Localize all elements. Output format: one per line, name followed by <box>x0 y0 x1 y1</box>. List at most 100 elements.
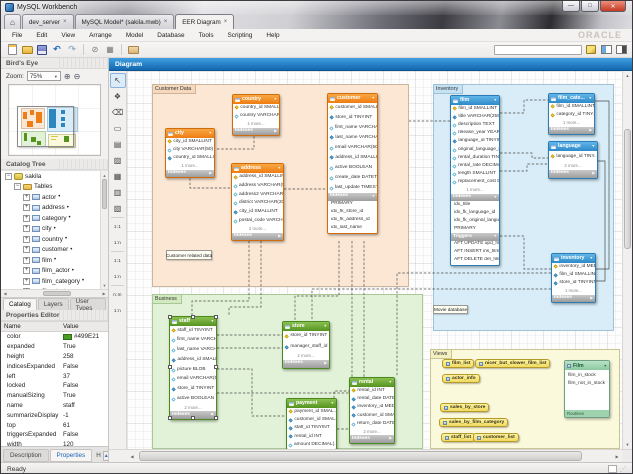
footer-indexes[interactable]: Indexes▶ <box>233 128 279 136</box>
property-value[interactable]: 258 <box>63 353 108 360</box>
column-row[interactable]: city_id SMALLINT <box>166 138 214 146</box>
collapse-icon[interactable]: ▼ <box>388 381 392 385</box>
column-row[interactable]: address_id SMALL... <box>170 355 216 365</box>
column-row[interactable]: title VARCHAR(255) <box>451 113 499 121</box>
view-sales_by_store[interactable]: sales_by_store <box>440 403 489 412</box>
menu-tools[interactable]: Tools <box>192 32 221 39</box>
table-film_cate[interactable]: film_cate...▼film_id SMALLINTcategory_id… <box>548 93 595 135</box>
diagram-canvas[interactable]: Customer DataInventoryBusinessViewsCusto… <box>127 71 622 449</box>
tree-item-customer[interactable]: +customer• <box>1 245 108 256</box>
birds-eye-minimap[interactable] <box>8 84 101 156</box>
column-row[interactable]: staff_id TINYINT <box>170 326 216 336</box>
tree-item-film_category[interactable]: +film_category• <box>1 276 108 287</box>
tab-dev-server[interactable]: dev_server× <box>22 14 74 29</box>
toggle-left-panel-icon[interactable] <box>600 44 612 56</box>
property-row-expanded[interactable]: expandedTrue <box>1 342 108 352</box>
close-icon[interactable]: × <box>224 19 228 25</box>
column-row[interactable]: email VARCHAR(50) <box>170 375 216 385</box>
collapse-icon[interactable]: ▼ <box>330 402 334 406</box>
pointer-tool-icon[interactable]: ↖ <box>110 73 126 88</box>
scroll-down-icon[interactable]: ▼ <box>623 440 632 449</box>
routine-group-header[interactable]: Film▼ <box>565 361 609 370</box>
column-row[interactable]: store_id TINYINT <box>170 385 216 395</box>
footer-indexes[interactable]: Indexes▶ <box>350 435 394 443</box>
table-tool-icon[interactable]: ▦ <box>110 169 126 184</box>
collapse-icon[interactable]: ▼ <box>273 98 277 102</box>
new-document-icon[interactable] <box>6 44 18 56</box>
open-folder-icon[interactable] <box>21 44 33 56</box>
rel-1-n-existing-tool-icon[interactable]: 1:n <box>110 303 126 318</box>
column-row[interactable]: first_name VARCHA... <box>328 123 377 133</box>
column-row[interactable]: country VARCHAR(50) <box>233 112 279 120</box>
property-value[interactable]: -1 <box>63 412 108 419</box>
table-header[interactable]: country▼ <box>233 95 279 104</box>
section-row[interactable]: AFT INSERT ins_film <box>451 249 499 257</box>
table-payment[interactable]: payment▼payment_id SMAL...customer_id SM… <box>286 398 337 449</box>
eraser-tool-icon[interactable]: ⌫ <box>110 105 126 120</box>
column-row[interactable]: language_id TINYINT <box>451 138 499 146</box>
rel-1-1-identifying-tool-icon[interactable]: 1:1 <box>110 253 126 268</box>
table-store[interactable]: store▼store_id TINYINTmanager_staff_id .… <box>282 321 330 369</box>
tree-item-film_actor[interactable]: +film_actor• <box>1 266 108 277</box>
table-customer[interactable]: customer▼customer_id SMALL...store_id TI… <box>327 93 378 234</box>
property-value[interactable]: #499E21 <box>63 333 108 340</box>
column-row[interactable]: original_language_i... <box>451 146 499 154</box>
minimap-viewport[interactable] <box>17 106 73 147</box>
expand-icon[interactable]: ▶ <box>592 172 595 176</box>
property-row-height[interactable]: height258 <box>1 352 108 362</box>
zoom-combo[interactable]: 75% ▼ <box>27 71 61 81</box>
tab-eer-diagram[interactable]: EER Diagram× <box>175 14 234 29</box>
property-row-top[interactable]: top61 <box>1 420 108 430</box>
table-header[interactable]: rental▼ <box>350 378 394 387</box>
rel-1-n-identifying-tool-icon[interactable]: 1:n <box>110 269 126 284</box>
property-row-color[interactable]: color#499E21 <box>1 332 108 342</box>
more-columns-row[interactable]: 2 more... <box>170 404 216 411</box>
selection-handle[interactable] <box>168 315 172 319</box>
table-header[interactable]: payment▼ <box>287 399 336 408</box>
property-row-locked[interactable]: lockedFalse <box>1 381 108 391</box>
column-row[interactable]: rental_rate DECIMA... <box>451 162 499 170</box>
property-value[interactable]: staff <box>63 402 108 409</box>
column-row[interactable]: rental_id INT <box>287 433 336 441</box>
column-row[interactable]: active BOOLEAN <box>170 395 216 405</box>
column-row[interactable]: inventory_id MEDI... <box>552 263 595 271</box>
collapse-icon[interactable]: ▼ <box>277 167 281 171</box>
menu-model[interactable]: Model <box>119 32 150 39</box>
rel-n-m-identifying-tool-icon[interactable]: n:m <box>110 287 126 302</box>
clean-icon[interactable] <box>585 44 597 56</box>
layer-tool-icon[interactable]: ▭ <box>110 121 126 136</box>
tab-description[interactable]: Description <box>3 449 49 462</box>
selection-handle[interactable] <box>191 416 195 420</box>
column-row[interactable]: country_id SMALLINT <box>233 104 279 112</box>
tree-item-city[interactable]: +city• <box>1 224 108 235</box>
more-columns-row[interactable]: 1 more... <box>552 288 595 295</box>
collapse-icon[interactable]: ▼ <box>208 132 212 136</box>
maximize-button[interactable]: □ <box>581 1 599 12</box>
property-value[interactable]: False <box>63 382 108 389</box>
footer-indexes[interactable]: Indexes▶ <box>166 170 214 178</box>
grid-icon[interactable]: ▦ <box>104 44 116 56</box>
menu-arrange[interactable]: Arrange <box>82 32 119 39</box>
more-columns-row[interactable]: 1 more... <box>549 120 594 127</box>
collapse-icon[interactable]: ▼ <box>371 195 375 199</box>
column-row[interactable]: customer_id SMAL... <box>350 412 394 420</box>
new-layer-icon[interactable] <box>127 44 139 56</box>
diagram-hscrollbar[interactable]: ◀ ▶ <box>127 450 622 462</box>
footer-indexes[interactable]: Indexes▶ <box>232 233 283 241</box>
collapse-icon[interactable]: ▼ <box>588 97 592 101</box>
close-icon[interactable]: × <box>63 19 67 25</box>
column-row[interactable]: picture BLOB <box>170 365 216 375</box>
scroll-up-icon[interactable]: ▲ <box>101 171 108 179</box>
column-row[interactable]: return_date DATE... <box>350 420 394 428</box>
tab-user-types[interactable]: User Types <box>70 298 106 310</box>
column-row[interactable]: email VARCHAR(50) <box>328 143 377 153</box>
column-row[interactable]: first_name VARCH... <box>170 336 216 346</box>
column-row[interactable]: film_id SMALLINT <box>451 105 499 113</box>
view-nicer_but_slower_film_list[interactable]: nicer_but_slower_film_list <box>475 359 550 368</box>
property-value[interactable]: False <box>63 431 108 438</box>
section-row[interactable]: PRIMARY <box>328 201 377 209</box>
selection-handle[interactable] <box>168 365 172 369</box>
collapse-icon[interactable]: ▼ <box>493 235 497 239</box>
search-input[interactable] <box>494 45 582 55</box>
footer-indexes[interactable]: Indexes▶ <box>283 360 329 368</box>
